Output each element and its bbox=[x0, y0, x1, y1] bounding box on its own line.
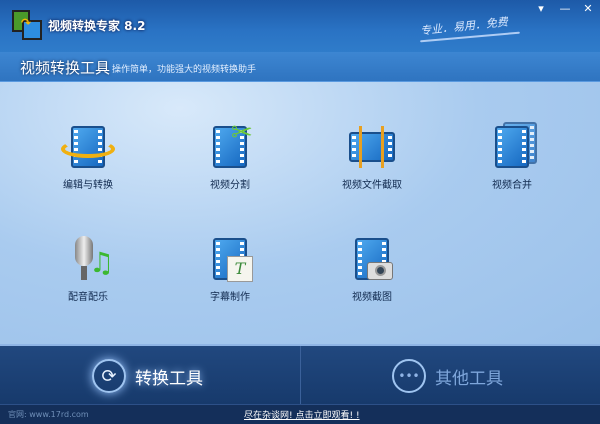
tool-grid: 编辑与转换 ✂ 视频分割 视频文件截取 视频合并 ♫ 配音配乐 T 字幕制作 视… bbox=[0, 82, 600, 344]
convert-tools-button[interactable]: ⟳ 转换工具 bbox=[92, 358, 203, 394]
tool-label: 视频文件截取 bbox=[342, 180, 402, 191]
tool-split[interactable]: ✂ 视频分割 bbox=[175, 118, 285, 191]
header-bar: 视频转换工具 操作简单，功能强大的视频转换助手 bbox=[0, 52, 600, 82]
close-button[interactable]: ✕ bbox=[577, 2, 599, 16]
more-icon: ••• bbox=[392, 359, 426, 393]
tool-screenshot[interactable]: 视频截图 bbox=[317, 234, 427, 303]
other-tools-label: 其他工具 bbox=[435, 368, 503, 389]
tool-trim[interactable]: 视频文件截取 bbox=[317, 122, 427, 191]
tool-label: 编辑与转换 bbox=[63, 180, 113, 191]
scissors-film-icon: ✂ bbox=[203, 118, 257, 172]
page-description: 操作简单，功能强大的视频转换助手 bbox=[112, 65, 257, 75]
tool-label: 视频分割 bbox=[210, 180, 250, 191]
promo-link[interactable]: 尽在杂谈网! 点击立即观看! ! bbox=[244, 408, 360, 421]
camera-film-icon bbox=[345, 234, 399, 284]
other-tools-button[interactable]: ••• 其他工具 bbox=[392, 358, 503, 394]
microphone-music-icon: ♫ bbox=[61, 234, 115, 284]
minimize-button[interactable]: — bbox=[554, 2, 576, 16]
page-title: 视频转换工具 bbox=[20, 59, 111, 77]
website-text: 官网: www.17rd.com bbox=[8, 410, 89, 419]
tool-label: 配音配乐 bbox=[68, 292, 108, 303]
app-logo-icon: ↷ bbox=[12, 10, 42, 40]
edit-convert-icon bbox=[61, 122, 115, 172]
tool-edit-convert[interactable]: 编辑与转换 bbox=[33, 122, 143, 191]
tool-subtitle[interactable]: T 字幕制作 bbox=[175, 234, 285, 303]
tool-dubbing[interactable]: ♫ 配音配乐 bbox=[33, 234, 143, 303]
refresh-icon: ⟳ bbox=[92, 359, 126, 393]
tool-merge[interactable]: 视频合并 bbox=[457, 122, 567, 191]
tool-label: 视频截图 bbox=[352, 292, 392, 303]
footer: 官网: www.17rd.com 尽在杂谈网! 点击立即观看! ! bbox=[0, 404, 600, 424]
tool-label: 字幕制作 bbox=[210, 292, 250, 303]
app-title: 视频转换专家 8.2 bbox=[48, 19, 146, 33]
divider bbox=[300, 346, 301, 406]
menu-button[interactable]: ▾ bbox=[530, 2, 552, 16]
title-bar: ↷ 视频转换专家 8.2 专业．易用．免费 ▾ — ✕ bbox=[0, 0, 600, 52]
bottom-nav: ⟳ 转换工具 ••• 其他工具 bbox=[0, 344, 600, 406]
convert-tools-label: 转换工具 bbox=[135, 368, 203, 389]
tool-label: 视频合并 bbox=[492, 180, 532, 191]
subtitle-icon: T bbox=[203, 234, 257, 284]
film-trim-icon bbox=[345, 122, 399, 172]
film-merge-icon bbox=[485, 122, 539, 172]
